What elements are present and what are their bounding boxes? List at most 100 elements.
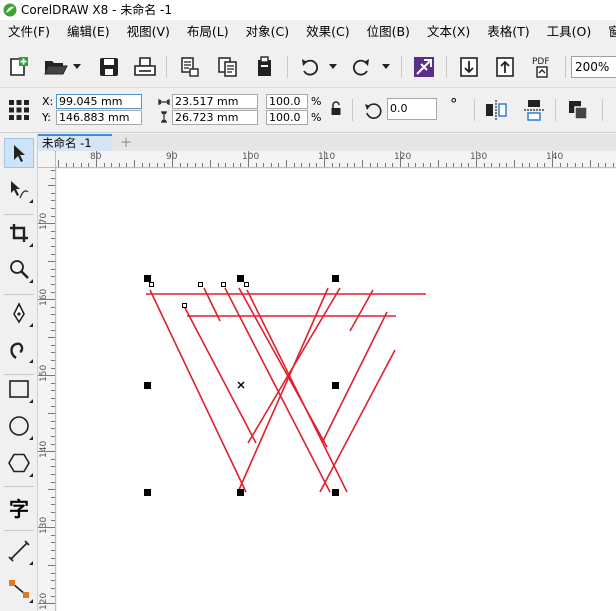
connector-tool[interactable] [4,574,34,604]
menu-window[interactable]: 窗 [600,20,616,44]
y-position-field[interactable]: 146.883 mm [56,110,142,125]
ruler-tick [51,306,55,308]
ellipse-tool[interactable] [4,411,34,441]
menu-bitmaps[interactable]: 位图(B) [359,20,419,44]
open-button[interactable] [42,53,70,81]
lock-icon [331,101,341,115]
crop-tool[interactable] [4,218,34,248]
ruler-label: 150 [39,364,49,382]
import-button[interactable] [176,53,204,81]
selection-handle-middle-left [144,382,151,389]
drawing-canvas[interactable] [57,169,616,611]
pick-tool[interactable] [4,138,34,168]
mirror-horizontal-button[interactable] [484,98,508,122]
export-pdf-button[interactable]: PDF [528,53,556,81]
scale-width-field[interactable]: 100.0 [266,94,308,109]
degree-symbol: ° [450,95,458,113]
arrange-order-button[interactable] [566,98,590,122]
menu-tools[interactable]: 工具(O) [539,20,601,44]
menu-object[interactable]: 对象(C) [238,20,298,44]
order-icon [569,101,588,120]
new-document-icon [10,57,28,76]
object-width-field[interactable]: 23.517 mm [172,94,258,109]
ruler-tick [308,163,310,167]
print-icon [134,57,156,76]
document-tab[interactable]: 未命名 -1 [38,134,112,151]
ruler-tick [96,151,97,167]
y-label: Y: [42,111,51,124]
ruler-tick [149,163,151,167]
ruler-tick [346,163,348,167]
pointer-arrow-icon [14,145,25,162]
redo-button[interactable] [347,53,375,81]
ruler-tick [51,382,55,384]
export-arrow-button[interactable] [491,53,519,81]
scale-height-field[interactable]: 100.0 [266,110,308,125]
undo-list-caret[interactable] [329,64,337,69]
ruler-tick [605,163,607,167]
ruler-label: 160 [39,288,49,306]
ruler-tick [362,160,363,167]
corel-connect-icon [414,57,434,77]
freehand-tool[interactable] [4,298,34,328]
menu-layout[interactable]: 布局(L) [179,20,238,44]
ruler-tick [590,160,591,167]
lock-ratio-button[interactable] [329,101,343,117]
ruler-tick [48,489,55,491]
menu-view[interactable]: 视图(V) [119,20,179,44]
save-button[interactable] [95,53,123,81]
undo-button[interactable] [296,53,324,81]
ruler-tick [38,299,55,301]
ruler-tick [369,163,371,167]
menu-file[interactable]: 文件(F) [0,20,59,44]
ruler-tick [51,360,55,361]
ruler-tick [38,603,55,605]
drawing-area[interactable] [57,169,616,611]
ruler-tick [293,163,295,167]
vertical-ruler[interactable]: 170 160 150 140 130 120 [38,168,56,611]
redo-list-caret[interactable] [382,64,390,69]
ruler-tick [377,163,379,167]
shape-tool[interactable] [4,174,34,204]
ruler-tick [48,337,55,339]
mirror-vertical-button[interactable] [522,98,546,122]
polygon-tool[interactable] [4,448,34,478]
zoom-level-field[interactable]: 200% [571,56,616,78]
standard-toolbar: PDF [0,46,616,88]
ruler-origin[interactable] [38,151,56,168]
print-button[interactable] [131,53,159,81]
object-height-field[interactable]: 26.723 mm [172,110,258,125]
selection-handle-bottom-left [144,489,151,496]
add-document-tab[interactable]: + [116,134,136,151]
ruler-tick [51,246,55,247]
x-position-field[interactable]: 99.045 mm [56,94,142,109]
redo-icon [352,59,369,76]
horizontal-ruler[interactable]: 8090100110120130140 [56,151,616,168]
object-origin-button[interactable] [8,99,30,121]
parallel-dimension-tool[interactable] [4,536,34,566]
text-tool-glyph: 字 [9,496,29,521]
artistic-media-tool[interactable] [4,334,34,364]
ruler-tick [38,451,55,453]
ruler-tick [38,375,55,377]
ruler-label: 100 [242,152,260,162]
publish-button[interactable] [251,53,279,81]
zoom-tool[interactable] [4,254,34,284]
open-folder-icon [44,61,68,75]
open-recent-caret[interactable] [73,64,81,69]
search-content-button[interactable] [410,53,438,81]
path-node [182,303,187,308]
import-arrow-button[interactable] [455,53,483,81]
export-button[interactable] [214,53,242,81]
rotation-angle-field[interactable]: 0.0 [387,98,437,120]
shape-node-icon [11,181,29,199]
menu-text[interactable]: 文本(X) [419,20,479,44]
rectangle-tool[interactable] [4,374,34,404]
rotation-icon [365,103,382,119]
new-document-button[interactable] [4,53,32,81]
menu-edit[interactable]: 编辑(E) [59,20,119,44]
menu-table[interactable]: 表格(T) [479,20,538,44]
ruler-tick [445,163,447,167]
menu-effects[interactable]: 效果(C) [298,20,358,44]
text-tool[interactable]: 字 [4,492,34,522]
